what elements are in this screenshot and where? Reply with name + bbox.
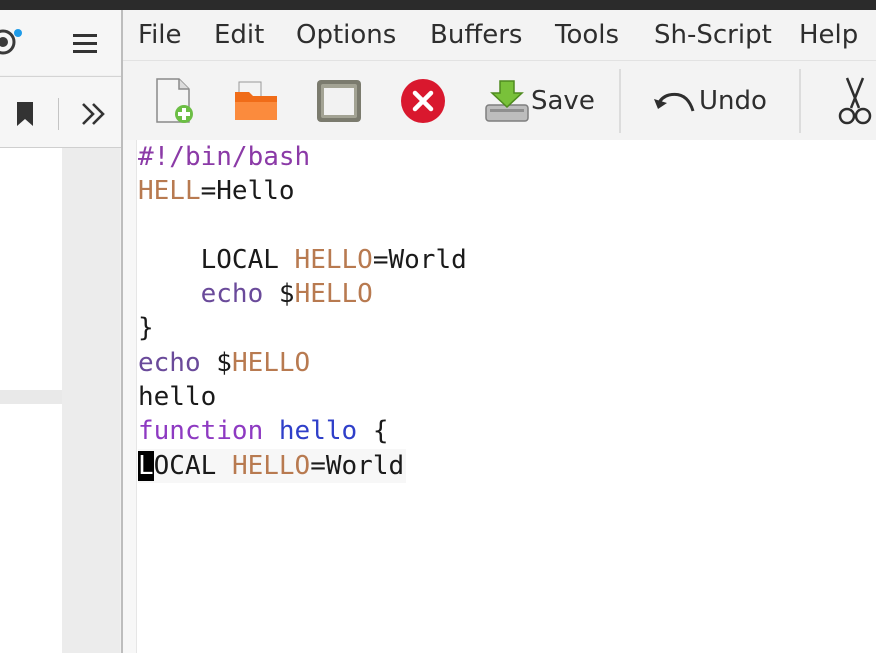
dollar-token: $: [278, 279, 295, 310]
menu-edit[interactable]: Edit: [214, 20, 264, 50]
menu-icon[interactable]: [70, 28, 100, 58]
variable-token: HELLO: [231, 450, 311, 481]
editor-text-area[interactable]: #!/bin/bash HELL=Hello LOCAL HELLO=World…: [123, 140, 876, 653]
scissors-icon: [838, 77, 872, 125]
code-line-5: echo $HELLO: [138, 277, 467, 311]
left-panel-content: [0, 148, 62, 653]
command-token: LOCAL: [200, 244, 295, 275]
menu-options[interactable]: Options: [296, 20, 396, 50]
open-directory-button[interactable]: [315, 73, 363, 129]
cut-button[interactable]: [837, 73, 873, 129]
menu-sh-script[interactable]: Sh-Script: [654, 20, 772, 50]
bookmark-separator: [58, 98, 59, 130]
open-file-button[interactable]: [231, 73, 283, 129]
save-label: Save: [531, 86, 595, 116]
new-file-icon: [156, 78, 193, 123]
window-top-bar: [0, 0, 876, 10]
value-token: =World: [310, 450, 405, 481]
code-line-8: hello: [138, 380, 467, 414]
new-file-button[interactable]: [151, 73, 197, 129]
left-panel-scroll-strip[interactable]: [62, 148, 120, 653]
menu-tools[interactable]: Tools: [555, 20, 619, 50]
function-name-token: hello: [278, 416, 358, 447]
menu-file[interactable]: File: [138, 20, 182, 50]
directory-icon: [317, 80, 361, 122]
variable-token: HELL: [138, 176, 201, 207]
text-cursor: L: [138, 450, 154, 481]
brace-token: {: [357, 416, 389, 447]
toolbar-separator-2: [799, 69, 801, 133]
save-button[interactable]: Save: [483, 73, 595, 129]
code-line-6: }: [138, 311, 467, 345]
code-line-2: HELL=Hello: [138, 174, 467, 208]
menu-bar: File Edit Options Buffers Tools Sh-Scrip…: [123, 10, 876, 60]
builtin-token: echo: [200, 279, 279, 310]
menu-buffers[interactable]: Buffers: [430, 20, 522, 50]
save-icon: [485, 80, 529, 122]
tool-bar: Save Undo: [123, 60, 876, 141]
left-browser-panel: [0, 10, 123, 653]
builtin-token: echo: [138, 347, 217, 378]
variable-token: HELLO: [294, 279, 373, 310]
code-line-10-current: LOCAL HELLO=World: [138, 448, 407, 483]
undo-label: Undo: [699, 86, 767, 116]
close-buffer-button[interactable]: [399, 73, 447, 129]
left-panel-bookmarks-row: [0, 77, 122, 147]
keyword-token: function: [138, 416, 279, 447]
undo-icon: [654, 92, 695, 112]
left-fringe: [123, 140, 137, 653]
menu-help[interactable]: Help: [799, 20, 858, 50]
variable-token: HELLO: [294, 244, 373, 275]
shebang: #!/bin/bash: [138, 142, 311, 172]
left-panel-content-separator: [0, 390, 62, 404]
undo-button[interactable]: Undo: [653, 73, 767, 129]
close-icon: [401, 79, 445, 123]
code-buffer[interactable]: #!/bin/bash HELL=Hello LOCAL HELLO=World…: [138, 140, 467, 483]
overflow-chevron-icon[interactable]: [77, 98, 109, 130]
command-token: OCAL: [153, 450, 232, 481]
plain-token: hello: [138, 382, 217, 413]
bookmark-icon[interactable]: [14, 100, 36, 128]
dollar-token: $: [216, 347, 232, 378]
brace-token: }: [138, 313, 154, 344]
variable-token: HELLO: [231, 347, 311, 378]
left-panel-toolbar: [0, 10, 122, 75]
extension-icon[interactable]: [0, 26, 22, 56]
code-line-4: LOCAL HELLO=World: [138, 243, 467, 277]
value-token: =Hello: [200, 176, 295, 207]
code-line-7: echo $HELLO: [138, 346, 467, 380]
toolbar-separator: [619, 69, 621, 133]
value-token: =World: [372, 244, 467, 275]
code-line-1: #!/bin/bash: [138, 140, 467, 174]
code-line-9: function hello {: [138, 414, 467, 448]
emacs-editor-window: File Edit Options Buffers Tools Sh-Scrip…: [123, 10, 876, 653]
open-folder-icon: [235, 81, 277, 120]
